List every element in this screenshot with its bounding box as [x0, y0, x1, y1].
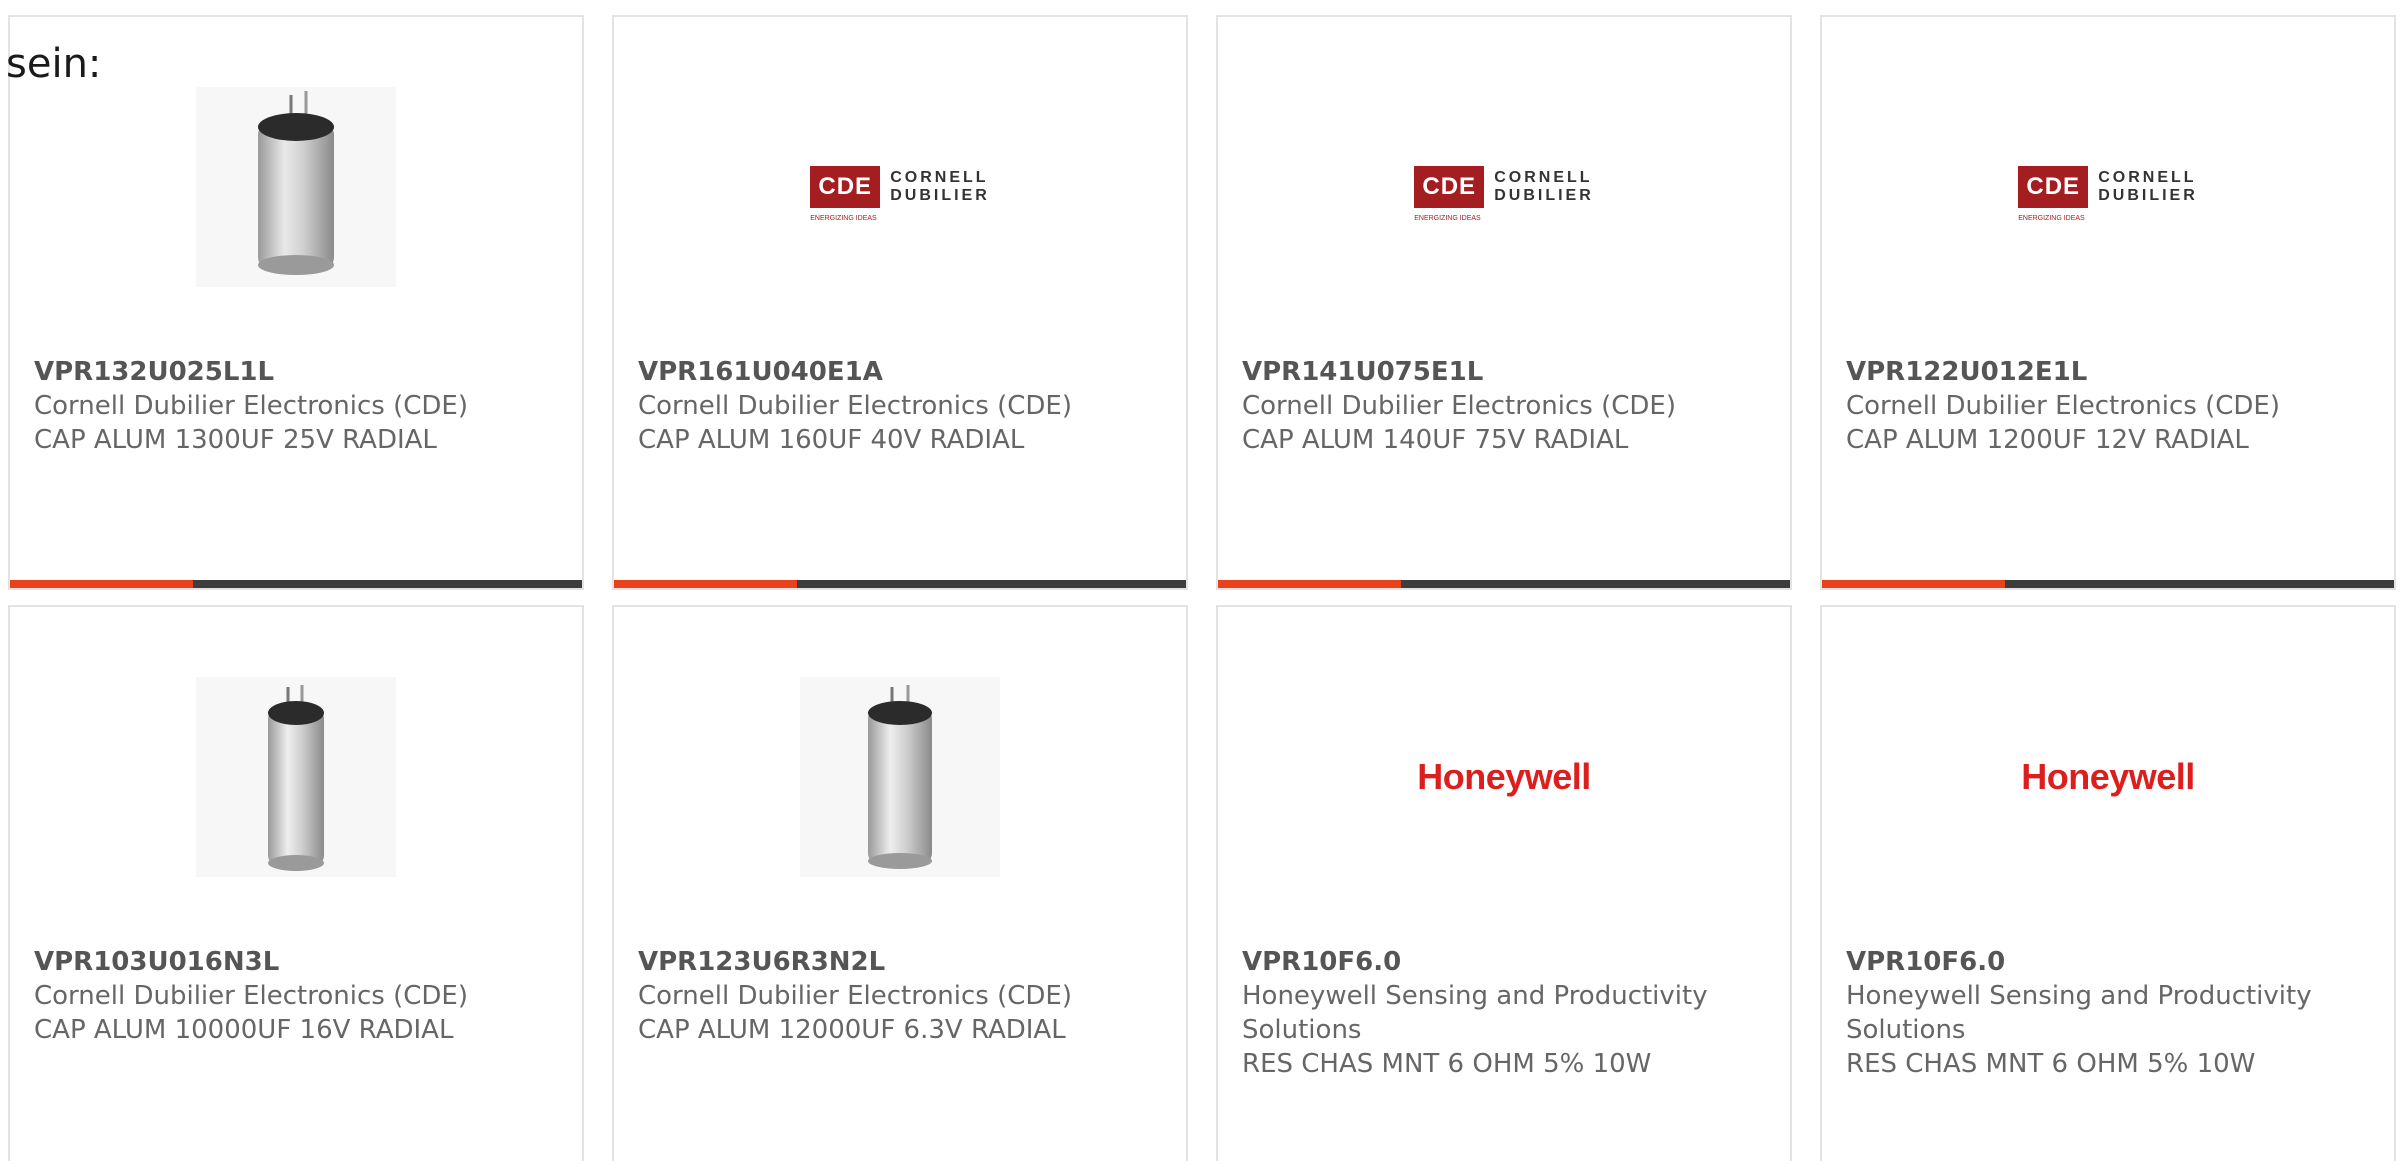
progress-bar: [10, 580, 582, 588]
description: CAP ALUM 160UF 40V RADIAL: [638, 425, 1025, 455]
description: CAP ALUM 1300UF 25V RADIAL: [34, 425, 437, 455]
cde-logo: CDE ENERGIZING IDEAS CORNELL DUBILIER: [2018, 166, 2198, 222]
cde-logo-mark: CDE ENERGIZING IDEAS: [2018, 166, 2089, 222]
progress-bar-fill: [1822, 580, 2006, 588]
product-meta: VPR141U075E1L Cornell Dubilier Electroni…: [1242, 355, 1766, 457]
product-image[interactable]: [10, 87, 582, 287]
part-number[interactable]: VPR122U012E1L: [1846, 355, 2370, 389]
cde-logo-word-1: CORNELL: [890, 169, 989, 186]
capacitor-image: [196, 87, 396, 287]
manufacturer: Cornell Dubilier Electronics (CDE): [1846, 391, 2280, 421]
product-meta: VPR161U040E1A Cornell Dubilier Electroni…: [638, 355, 1162, 457]
product-card[interactable]: Honeywell VPR10F6.0 Honeywell Sensing an…: [1216, 605, 1792, 1161]
part-number[interactable]: VPR161U040E1A: [638, 355, 1162, 389]
product-results-page: sein: VPR132U025L1L Cornell Dubilier Ele…: [0, 0, 2400, 1161]
product-meta: VPR10F6.0 Honeywell Sensing and Producti…: [1846, 945, 2370, 1081]
manufacturer: Cornell Dubilier Electronics (CDE): [638, 391, 1072, 421]
description: RES CHAS MNT 6 OHM 5% 10W: [1242, 1049, 1652, 1079]
product-card[interactable]: VPR103U016N3L Cornell Dubilier Electroni…: [8, 605, 584, 1161]
manufacturer: Cornell Dubilier Electronics (CDE): [34, 391, 468, 421]
product-grid: VPR132U025L1L Cornell Dubilier Electroni…: [0, 0, 2400, 1161]
cde-logo-words: CORNELL DUBILIER: [890, 169, 990, 205]
product-meta: VPR122U012E1L Cornell Dubilier Electroni…: [1846, 355, 2370, 457]
product-image[interactable]: [614, 677, 1186, 877]
product-meta: VPR103U016N3L Cornell Dubilier Electroni…: [34, 945, 558, 1047]
product-meta: VPR132U025L1L Cornell Dubilier Electroni…: [34, 355, 558, 457]
part-number[interactable]: VPR103U016N3L: [34, 945, 558, 979]
cde-logo-word-1: CORNELL: [1494, 169, 1593, 186]
cde-logo-word-1: CORNELL: [2098, 169, 2197, 186]
product-card[interactable]: CDE ENERGIZING IDEAS CORNELL DUBILIER VP…: [612, 15, 1188, 590]
product-image[interactable]: Honeywell: [1822, 677, 2394, 877]
cde-logo-mark: CDE ENERGIZING IDEAS: [1414, 166, 1485, 222]
cde-logo-tagline: ENERGIZING IDEAS: [2018, 215, 2085, 222]
manufacturer: Cornell Dubilier Electronics (CDE): [34, 981, 468, 1011]
description: RES CHAS MNT 6 OHM 5% 10W: [1846, 1049, 2256, 1079]
progress-bar-fill: [614, 580, 798, 588]
description: CAP ALUM 140UF 75V RADIAL: [1242, 425, 1629, 455]
progress-bar-fill: [10, 580, 194, 588]
cde-logo-word-2: DUBILIER: [890, 187, 990, 204]
product-card[interactable]: CDE ENERGIZING IDEAS CORNELL DUBILIER VP…: [1216, 15, 1792, 590]
cde-logo-text: CDE: [1422, 173, 1477, 200]
product-image[interactable]: [10, 677, 582, 877]
cde-logo-words: CORNELL DUBILIER: [2098, 169, 2198, 205]
capacitor-image: [800, 677, 1000, 877]
product-image[interactable]: CDE ENERGIZING IDEAS CORNELL DUBILIER: [1822, 87, 2394, 287]
honeywell-logo: Honeywell: [2021, 756, 2195, 797]
part-number[interactable]: VPR10F6.0: [1846, 945, 2370, 979]
cde-logo-tagline: ENERGIZING IDEAS: [810, 215, 877, 222]
manufacturer: Honeywell Sensing and Productivity Solut…: [1846, 981, 2312, 1045]
progress-bar: [614, 580, 1186, 588]
manufacturer: Honeywell Sensing and Productivity Solut…: [1242, 981, 1708, 1045]
part-number[interactable]: VPR141U075E1L: [1242, 355, 1766, 389]
product-meta: VPR10F6.0 Honeywell Sensing and Producti…: [1242, 945, 1766, 1081]
product-meta: VPR123U6R3N2L Cornell Dubilier Electroni…: [638, 945, 1162, 1047]
description: CAP ALUM 1200UF 12V RADIAL: [1846, 425, 2249, 455]
product-card[interactable]: VPR132U025L1L Cornell Dubilier Electroni…: [8, 15, 584, 590]
cde-logo-word-2: DUBILIER: [2098, 187, 2198, 204]
progress-bar: [1822, 580, 2394, 588]
cde-logo-word-2: DUBILIER: [1494, 187, 1594, 204]
progress-bar: [1218, 580, 1790, 588]
cde-logo: CDE ENERGIZING IDEAS CORNELL DUBILIER: [810, 166, 990, 222]
cde-logo-mark: CDE ENERGIZING IDEAS: [810, 166, 881, 222]
capacitor-image: [196, 677, 396, 877]
part-number[interactable]: VPR123U6R3N2L: [638, 945, 1162, 979]
manufacturer: Cornell Dubilier Electronics (CDE): [638, 981, 1072, 1011]
part-number[interactable]: VPR132U025L1L: [34, 355, 558, 389]
cde-logo-words: CORNELL DUBILIER: [1494, 169, 1594, 205]
product-card[interactable]: Honeywell VPR10F6.0 Honeywell Sensing an…: [1820, 605, 2396, 1161]
product-card[interactable]: CDE ENERGIZING IDEAS CORNELL DUBILIER VP…: [1820, 15, 2396, 590]
manufacturer: Cornell Dubilier Electronics (CDE): [1242, 391, 1676, 421]
product-image[interactable]: CDE ENERGIZING IDEAS CORNELL DUBILIER: [614, 87, 1186, 287]
cde-logo-tagline: ENERGIZING IDEAS: [1414, 215, 1481, 222]
product-card[interactable]: VPR123U6R3N2L Cornell Dubilier Electroni…: [612, 605, 1188, 1161]
product-image[interactable]: CDE ENERGIZING IDEAS CORNELL DUBILIER: [1218, 87, 1790, 287]
cde-logo-text: CDE: [818, 173, 873, 200]
cde-logo-text: CDE: [2026, 173, 2081, 200]
cde-logo: CDE ENERGIZING IDEAS CORNELL DUBILIER: [1414, 166, 1594, 222]
product-image[interactable]: Honeywell: [1218, 677, 1790, 877]
description: CAP ALUM 12000UF 6.3V RADIAL: [638, 1015, 1066, 1045]
honeywell-logo: Honeywell: [1417, 756, 1591, 797]
intro-text: sein:: [6, 41, 102, 87]
description: CAP ALUM 10000UF 16V RADIAL: [34, 1015, 454, 1045]
progress-bar-fill: [1218, 580, 1402, 588]
part-number[interactable]: VPR10F6.0: [1242, 945, 1766, 979]
